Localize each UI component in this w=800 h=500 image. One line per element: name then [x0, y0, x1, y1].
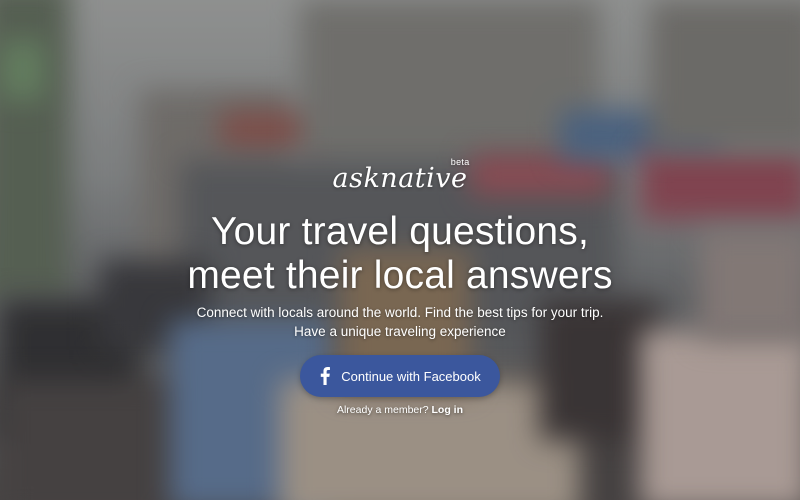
hero-subtext: Connect with locals around the world. Fi…	[196, 305, 604, 339]
facebook-icon	[321, 367, 331, 385]
brand-logo[interactable]: asknative beta	[0, 157, 800, 194]
beta-badge: beta	[450, 157, 470, 167]
logo-wordmark: asknative beta	[332, 157, 469, 194]
logo-text: asknative	[332, 163, 468, 194]
headline-line-1: Your travel questions,	[210, 210, 590, 253]
facebook-button-label: Continue with Facebook	[341, 368, 481, 384]
headline-line-2: meet their local answers	[187, 254, 613, 297]
member-prompt: Already a member?	[336, 404, 429, 416]
login-link[interactable]: Log in	[432, 404, 464, 416]
hero-headline: Your travel questions, meet their local …	[0, 210, 800, 298]
continue-with-facebook-button[interactable]: Continue with Facebook	[300, 355, 500, 397]
hero-content: asknative beta Your travel questions, me…	[0, 0, 800, 500]
member-login-line: Already a member? Log in	[0, 404, 800, 416]
